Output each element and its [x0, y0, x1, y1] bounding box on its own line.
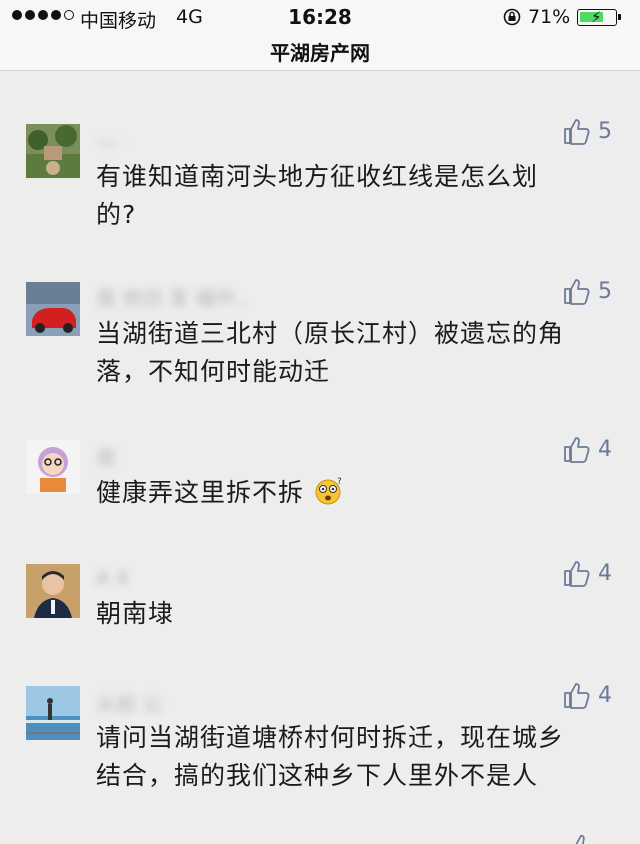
commenter-name: 夜: [96, 446, 116, 470]
comment-text: 有谁知道南河头地方征收红线是怎么划 的?: [96, 158, 606, 234]
thumbs-up-icon: [564, 561, 590, 587]
dizzy-face-emoji: ?: [315, 477, 343, 505]
comment-text-line: 结合，搞的我们这种乡下人里外不是人: [96, 761, 539, 790]
svg-text:?: ?: [337, 477, 343, 487]
comment-text-line: 请问当湖街道塘桥村何时拆迁，现在城乡: [96, 723, 565, 752]
commenter-name: 从前 公: [96, 692, 163, 716]
comment-text-line: 有谁知道南河头地方征收红线是怎么划: [96, 162, 539, 191]
battery-icon: ⚡: [577, 8, 621, 26]
like-button[interactable]: 4: [562, 558, 612, 588]
like-button[interactable]: 5: [562, 276, 612, 306]
commenter-name: 一 ·: [96, 132, 129, 156]
avatar[interactable]: [26, 124, 80, 178]
comment-text-line: 的?: [96, 200, 137, 229]
thumbs-up-icon: [564, 119, 590, 145]
like-button[interactable]: 5: [562, 116, 612, 146]
comment-text-line: 当湖街道三北村（原长江村）被遗忘的角: [96, 319, 565, 348]
avatar[interactable]: [26, 440, 80, 494]
comment-text-line: 落，不知何时能动迁: [96, 357, 331, 386]
like-count: 4: [598, 560, 612, 586]
avatar[interactable]: [26, 564, 80, 618]
page-title: 平湖房产网: [270, 41, 370, 65]
like-count: 5: [598, 118, 612, 144]
avatar[interactable]: [26, 282, 80, 336]
comment-text: 健康弄这里拆不拆 ?: [96, 474, 606, 512]
thumbs-up-icon: [564, 279, 590, 305]
commenter-name: A 4: [96, 566, 129, 590]
lock-rotation-icon: [503, 8, 521, 26]
comment-text: 朝南埭: [96, 595, 606, 633]
like-count: 5: [598, 278, 612, 304]
like-button[interactable]: 4: [562, 680, 612, 710]
commenter-name: 我 依旧 发 福中..: [96, 286, 248, 310]
comment-text-line: 健康弄这里拆不拆: [96, 478, 305, 507]
thumbs-up-icon: [564, 437, 590, 463]
battery-percent: 71%: [528, 6, 571, 28]
thumbs-up-icon[interactable]: [568, 832, 596, 844]
avatar[interactable]: [26, 686, 80, 740]
comment-text: 当湖街道三北村（原长江村）被遗忘的角 落，不知何时能动迁: [96, 315, 606, 391]
nav-bar: 平湖房产网: [0, 34, 640, 71]
thumbs-up-icon: [564, 683, 590, 709]
comment-text: 请问当湖街道塘桥村何时拆迁，现在城乡 结合，搞的我们这种乡下人里外不是人: [96, 719, 606, 795]
like-count: 4: [598, 436, 612, 462]
like-count: 4: [598, 682, 612, 708]
comment-text-line: 朝南埭: [96, 599, 175, 628]
like-button[interactable]: 4: [562, 434, 612, 464]
status-bar: 中国移动 4G 16:28 71% ⚡: [0, 0, 640, 34]
